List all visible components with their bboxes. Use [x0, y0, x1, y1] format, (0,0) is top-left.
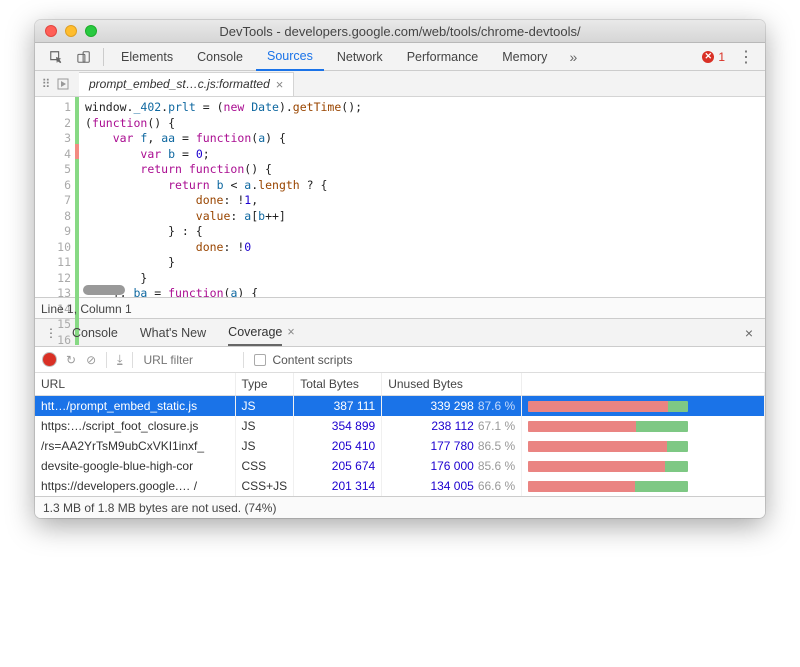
separator [106, 352, 107, 368]
line-gutter: 12345678910111213141516 [35, 97, 75, 297]
drawer-tab-coverage[interactable]: Coverage × [217, 319, 306, 347]
cell-type: CSS+JS [235, 476, 294, 496]
cell-unused: 238 11267.1 % [382, 416, 522, 436]
table-header-row: URL Type Total Bytes Unused Bytes [35, 373, 765, 396]
cell-type: CSS [235, 456, 294, 476]
close-window-icon[interactable] [45, 25, 57, 37]
drawer-tabs: ⋮ Console What's New Coverage × × [35, 319, 765, 347]
table-row[interactable]: /rs=AA2YrTsM9ubCxVKI1inxf_JS205 410177 7… [35, 436, 765, 456]
export-icon[interactable]: ⤓ [117, 352, 122, 367]
cell-bar [522, 436, 765, 456]
code-content[interactable]: window._402.prlt = (new Date).getTime();… [79, 97, 765, 297]
editor-status: Line 1, Column 1 [35, 297, 765, 319]
coverage-footer: 1.3 MB of 1.8 MB bytes are not used. (74… [35, 496, 765, 518]
navigator-toggle-icon[interactable]: ⠿ [35, 77, 57, 91]
table-row[interactable]: devsite-google-blue-high-corCSS205 67417… [35, 456, 765, 476]
cell-total: 201 314 [294, 476, 382, 496]
table-row[interactable]: https://developers.google.… /CSS+JS201 3… [35, 476, 765, 496]
drawer-tab-coverage-label: Coverage [228, 325, 282, 346]
tab-memory[interactable]: Memory [491, 43, 558, 71]
sources-subbar: ⠿ prompt_embed_st…c.js:formatted × [35, 71, 765, 97]
tab-network[interactable]: Network [326, 43, 394, 71]
cell-unused: 177 78086.5 % [382, 436, 522, 456]
table-row[interactable]: https:…/script_foot_closure.jsJS354 8992… [35, 416, 765, 436]
cell-unused: 339 29887.6 % [382, 396, 522, 417]
inspect-icon[interactable] [43, 44, 69, 70]
cell-total: 205 674 [294, 456, 382, 476]
tab-sources[interactable]: Sources [256, 43, 324, 71]
table-row[interactable]: htt…/prompt_embed_static.jsJS387 111339 … [35, 396, 765, 417]
cell-url: /rs=AA2YrTsM9ubCxVKI1inxf_ [35, 436, 235, 456]
col-type[interactable]: Type [235, 373, 294, 396]
drawer-tab-console[interactable]: Console [61, 319, 129, 347]
coverage-table: URL Type Total Bytes Unused Bytes htt…/p… [35, 373, 765, 496]
cell-url: https:…/script_foot_closure.js [35, 416, 235, 436]
col-unused[interactable]: Unused Bytes [382, 373, 522, 396]
error-icon: ✕ [702, 51, 714, 63]
cell-bar [522, 456, 765, 476]
file-tab-label: prompt_embed_st…c.js:formatted [89, 77, 270, 91]
clear-icon[interactable]: ⊘ [86, 353, 96, 367]
error-count-value: 1 [718, 50, 725, 64]
tab-console[interactable]: Console [186, 43, 254, 71]
titlebar: DevTools - developers.google.com/web/too… [35, 20, 765, 43]
drawer-tab-close-icon[interactable]: × [287, 325, 294, 339]
main-toolbar: Elements Console Sources Network Perform… [35, 43, 765, 71]
cell-unused: 176 00085.6 % [382, 456, 522, 476]
drawer-tab-whatsnew[interactable]: What's New [129, 319, 217, 347]
cell-bar [522, 416, 765, 436]
zoom-window-icon[interactable] [85, 25, 97, 37]
more-tabs-icon[interactable]: » [560, 44, 586, 70]
cell-bar [522, 476, 765, 496]
cell-bar [522, 396, 765, 417]
content-scripts-checkbox[interactable] [254, 354, 266, 366]
file-tab-close-icon[interactable]: × [276, 77, 284, 92]
separator [243, 352, 244, 368]
tab-performance[interactable]: Performance [396, 43, 490, 71]
drawer-close-icon[interactable]: × [739, 325, 759, 341]
window-title: DevTools - developers.google.com/web/too… [35, 24, 765, 39]
minimize-window-icon[interactable] [65, 25, 77, 37]
col-total[interactable]: Total Bytes [294, 373, 382, 396]
coverage-toolbar: ↻ ⊘ ⤓ Content scripts [35, 347, 765, 373]
cell-url: htt…/prompt_embed_static.js [35, 396, 235, 417]
device-icon[interactable] [71, 44, 97, 70]
drawer-menu-icon[interactable]: ⋮ [41, 326, 61, 340]
tab-elements[interactable]: Elements [110, 43, 184, 71]
cell-type: JS [235, 416, 294, 436]
cell-total: 205 410 [294, 436, 382, 456]
col-url[interactable]: URL [35, 373, 235, 396]
separator [103, 48, 104, 66]
cell-unused: 134 00566.6 % [382, 476, 522, 496]
scroll-pill[interactable] [83, 285, 125, 295]
cell-url: devsite-google-blue-high-cor [35, 456, 235, 476]
cell-total: 354 899 [294, 416, 382, 436]
cell-type: JS [235, 396, 294, 417]
devtools-window: DevTools - developers.google.com/web/too… [35, 20, 765, 518]
col-bar [522, 373, 765, 396]
cell-total: 387 111 [294, 396, 382, 417]
menu-icon[interactable]: ⋮ [733, 44, 759, 70]
error-count[interactable]: ✕ 1 [702, 50, 725, 64]
reload-icon[interactable]: ↻ [66, 353, 76, 367]
cell-url: https://developers.google.… / [35, 476, 235, 496]
traffic-lights [45, 25, 97, 37]
separator [132, 352, 133, 368]
url-filter-input[interactable] [143, 353, 233, 367]
record-button[interactable] [43, 353, 56, 366]
cell-type: JS [235, 436, 294, 456]
run-snippet-icon[interactable] [57, 78, 79, 90]
code-editor[interactable]: 12345678910111213141516 window._402.prlt… [35, 97, 765, 297]
file-tab[interactable]: prompt_embed_st…c.js:formatted × [79, 72, 294, 96]
content-scripts-label: Content scripts [272, 353, 352, 367]
